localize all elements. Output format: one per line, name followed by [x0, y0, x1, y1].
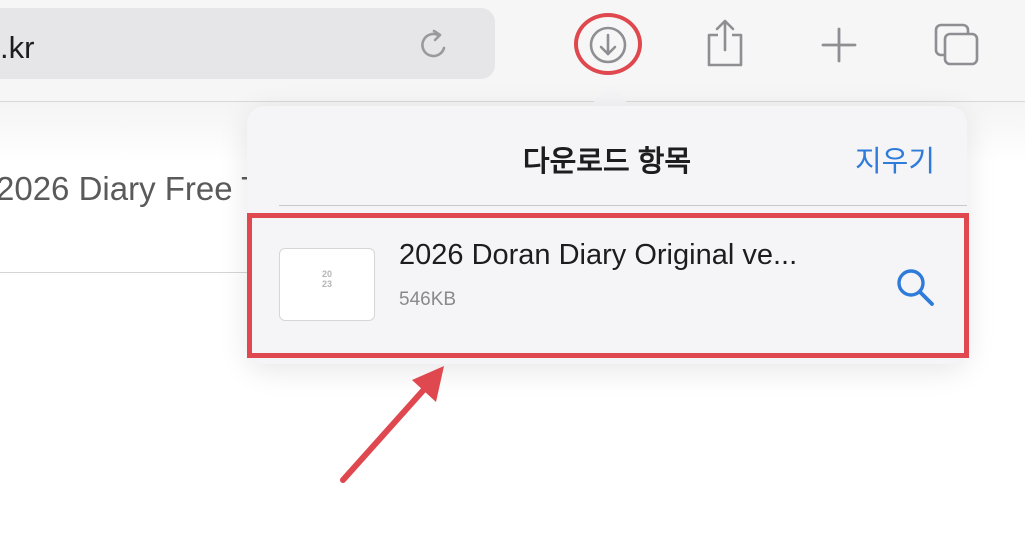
- annotation-arrow-icon: [340, 366, 444, 483]
